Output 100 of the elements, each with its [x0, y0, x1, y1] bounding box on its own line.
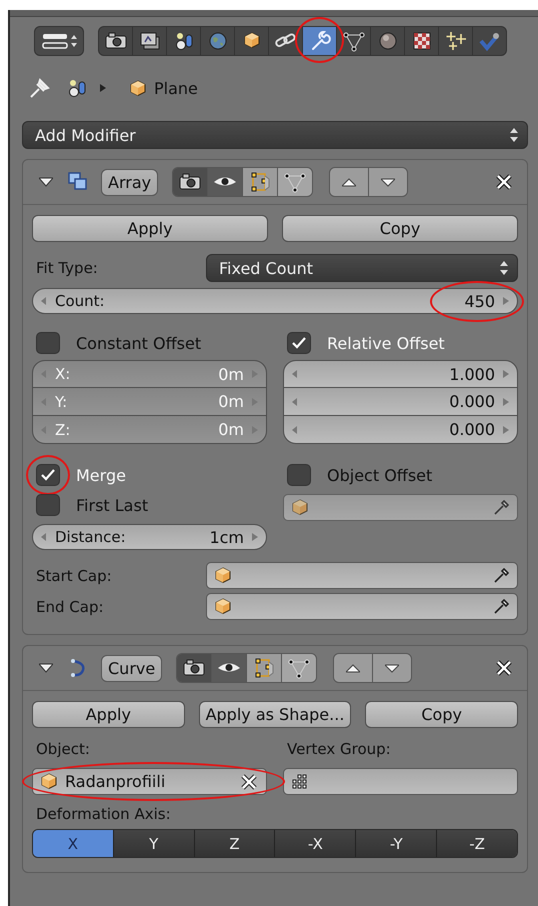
object-field[interactable] — [206, 593, 518, 620]
field-value: 0m — [218, 364, 244, 384]
number-field[interactable]: 1.000 — [283, 360, 518, 388]
action-button[interactable]: Copy — [282, 215, 518, 242]
number-field[interactable]: 0.000 — [283, 416, 518, 444]
checkbox-label: Relative Offset — [327, 334, 445, 352]
checkbox[interactable] — [287, 332, 311, 354]
up-triangle-icon — [346, 664, 360, 672]
field-label: Z: — [55, 420, 70, 438]
left-arrow-icon — [292, 370, 298, 378]
field-label: Start Cap: — [35, 566, 113, 584]
field-label: Vertex Group: — [286, 740, 392, 758]
render-camera-button[interactable] — [177, 654, 212, 682]
number-field[interactable]: Count: 450 — [32, 288, 518, 314]
modifier-name-field[interactable]: Array — [101, 168, 158, 196]
field-label: Count: — [55, 292, 105, 310]
right-arrow-icon — [503, 297, 509, 305]
collapse-triangle-icon[interactable] — [39, 663, 53, 673]
number-field[interactable]: Distance: 1cm — [32, 524, 267, 550]
action-button[interactable]: Apply as Shape... — [198, 701, 352, 728]
right-arrow-icon — [503, 398, 509, 406]
right-arrow-icon — [252, 426, 258, 434]
action-button[interactable]: Copy — [365, 701, 518, 728]
left-arrow-icon — [292, 398, 298, 406]
left-arrow-icon — [41, 426, 47, 434]
vertex-group-field[interactable] — [283, 768, 518, 795]
cage-button[interactable] — [278, 168, 312, 196]
right-arrow-icon — [252, 398, 258, 406]
left-arrow-icon — [41, 533, 47, 541]
left-arrow-icon — [41, 370, 47, 378]
axis-option[interactable]: -Z — [437, 830, 517, 857]
field-value: 0.000 — [449, 420, 495, 439]
move-up-button[interactable] — [334, 654, 374, 682]
cage-button[interactable] — [282, 654, 316, 682]
number-field[interactable]: 0.000 — [283, 388, 518, 416]
left-arrow-icon — [292, 426, 298, 434]
cube-icon — [215, 598, 231, 615]
up-triangle-icon — [342, 178, 356, 186]
axis-option[interactable]: Z — [194, 830, 276, 857]
checkbox[interactable] — [36, 464, 60, 486]
checkmark-icon — [41, 469, 55, 481]
clear-icon[interactable] — [240, 772, 258, 790]
checkbox-label: Merge — [76, 466, 126, 484]
axis-option[interactable]: -Y — [356, 830, 438, 857]
checkbox[interactable] — [287, 464, 311, 486]
fit-type-dropdown[interactable]: Fixed Count — [206, 254, 518, 282]
close-icon[interactable] — [495, 659, 513, 677]
right-arrow-icon — [252, 370, 258, 378]
edit-mode-button[interactable] — [247, 654, 282, 682]
field-label: X: — [55, 365, 70, 383]
left-arrow-icon — [41, 297, 47, 305]
add-modifier-dropdown[interactable]: Add Modifier — [22, 121, 528, 149]
axis-option[interactable]: -X — [275, 830, 356, 857]
action-button[interactable]: Apply — [32, 215, 268, 242]
checkbox-label: First Last — [76, 496, 148, 514]
right-arrow-icon — [252, 533, 258, 541]
checkbox-label: Object Offset — [327, 466, 432, 484]
cube-icon — [41, 773, 57, 790]
close-icon[interactable] — [495, 173, 513, 191]
axis-option[interactable]: X — [33, 830, 114, 857]
object-field[interactable] — [206, 562, 518, 589]
right-arrow-icon — [100, 84, 106, 92]
field-value: 0m — [218, 420, 244, 439]
axis-option[interactable]: Y — [114, 830, 195, 857]
left-arrow-icon — [41, 398, 47, 406]
move-up-button[interactable] — [330, 168, 370, 196]
field-value: 0.000 — [449, 392, 495, 411]
down-triangle-icon — [385, 664, 400, 672]
action-button[interactable]: Apply — [32, 701, 185, 728]
field-label: End Cap: — [35, 598, 105, 616]
field-label: Y: — [55, 392, 68, 410]
cube-icon — [215, 567, 231, 584]
field-label: Fit Type: — [35, 259, 99, 277]
object-name: Plane — [154, 78, 198, 98]
viewport-button[interactable] — [212, 654, 248, 682]
field-label: Object: — [35, 740, 91, 758]
checkbox[interactable] — [36, 494, 60, 516]
checkmark-icon — [292, 337, 306, 349]
field-value: 1cm — [209, 528, 244, 546]
checkbox[interactable] — [36, 332, 60, 354]
move-down-button[interactable] — [373, 654, 412, 682]
up-down-arrows-icon — [499, 260, 509, 276]
edit-mode-button[interactable] — [243, 168, 278, 196]
collapse-triangle-icon[interactable] — [39, 177, 53, 187]
modifier-name-field[interactable]: Curve — [101, 654, 162, 682]
field-value: 1.000 — [449, 364, 495, 384]
editor-type-button[interactable] — [34, 26, 84, 56]
eye-icon — [218, 662, 240, 674]
field-value: 0m — [218, 392, 244, 411]
render-camera-button[interactable] — [173, 168, 208, 196]
eye-icon — [214, 176, 236, 188]
object-field[interactable]: Radanprofiili — [32, 768, 267, 795]
viewport-button[interactable] — [208, 168, 244, 196]
cube-icon — [292, 499, 308, 516]
move-down-button[interactable] — [369, 168, 408, 196]
object-name: Radanprofiili — [65, 772, 166, 791]
field-value: 450 — [464, 292, 495, 310]
checkbox-label: Constant Offset — [76, 334, 202, 352]
right-arrow-icon — [503, 426, 509, 434]
up-down-arrows-icon — [509, 127, 519, 143]
